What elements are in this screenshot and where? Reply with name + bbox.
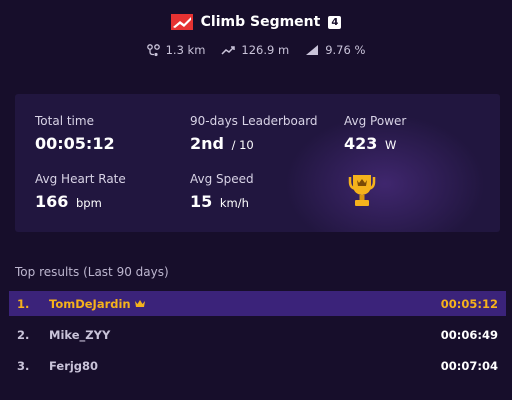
gradient-icon (306, 45, 319, 55)
grade-stat: 9.76 % (305, 43, 365, 57)
result-row[interactable]: 1. TomDeJardin 00:05:12 (9, 291, 506, 316)
leaderboard-label: 90-days Leaderboard (190, 114, 318, 128)
grade-value: 9.76 % (325, 43, 366, 57)
trend-up-icon (221, 46, 236, 55)
segment-stats: 1.3 km 126.9 m 9.76 % (0, 43, 512, 57)
result-time: 00:06:49 (440, 327, 498, 342)
result-rank: 3. (17, 358, 30, 373)
distance-value: 1.3 km (165, 43, 206, 57)
result-rank: 2. (17, 327, 30, 342)
avg-hr-value-line: 166 bpm (35, 192, 126, 211)
elevation-stat: 126.9 m (221, 43, 289, 57)
avg-power-label: Avg Power (344, 114, 407, 128)
distance-stat: 1.3 km (146, 43, 206, 57)
elevation-value: 126.9 m (241, 43, 290, 57)
avg-speed-metric: Avg Speed 15 km/h (190, 172, 254, 211)
avg-speed-unit: km/h (219, 196, 249, 210)
avg-speed-value: 15 (190, 192, 213, 211)
result-row[interactable]: 2. Mike_ZYY 00:06:49 (9, 322, 506, 347)
segment-header: Climb Segment 4 (0, 14, 512, 30)
avg-hr-metric: Avg Heart Rate 166 bpm (35, 172, 126, 211)
leaderboard-value-line: 2nd / 10 (190, 134, 318, 153)
segment-title: Climb Segment (200, 14, 321, 30)
avg-hr-label: Avg Heart Rate (35, 172, 126, 186)
avg-hr-value: 166 (35, 192, 69, 211)
result-time: 00:05:12 (440, 296, 498, 311)
segment-flag-icon (170, 14, 193, 30)
result-row[interactable]: 3. Ferjg80 00:07:04 (9, 353, 506, 378)
top-results-list: 1. TomDeJardin 00:05:12 2. Mike_ZYY 00:0… (9, 291, 506, 384)
avg-speed-value-line: 15 km/h (190, 192, 254, 211)
avg-power-value-line: 423 W (344, 134, 406, 153)
leaderboard-total: / 10 (231, 138, 254, 152)
avg-power-value: 423 (344, 134, 378, 153)
result-time: 00:07:04 (440, 358, 498, 373)
result-name: Ferjg80 (49, 358, 99, 373)
top-results-title: Top results (Last 90 days) (15, 265, 169, 279)
crown-icon (134, 299, 145, 307)
result-name-cell: TomDeJardin (49, 297, 441, 311)
trophy-icon (348, 175, 376, 206)
result-name: TomDeJardin (49, 296, 131, 311)
total-time-metric: Total time 00:05:12 (35, 114, 115, 153)
leaderboard-metric: 90-days Leaderboard 2nd / 10 (190, 114, 318, 153)
route-icon (146, 43, 160, 56)
result-rank: 1. (17, 296, 30, 311)
avg-power-unit: W (384, 138, 397, 152)
result-name: Mike_ZYY (49, 327, 111, 342)
leaderboard-rank: 2nd (190, 134, 224, 153)
total-time-value: 00:05:12 (35, 134, 115, 153)
segment-summary-card: Total time 00:05:12 90-days Leaderboard … (15, 94, 500, 232)
avg-speed-label: Avg Speed (190, 172, 254, 186)
category-badge: 4 (328, 15, 342, 29)
avg-hr-unit: bpm (75, 196, 102, 210)
total-time-label: Total time (35, 114, 94, 128)
avg-power-metric: Avg Power 423 W (344, 114, 406, 153)
